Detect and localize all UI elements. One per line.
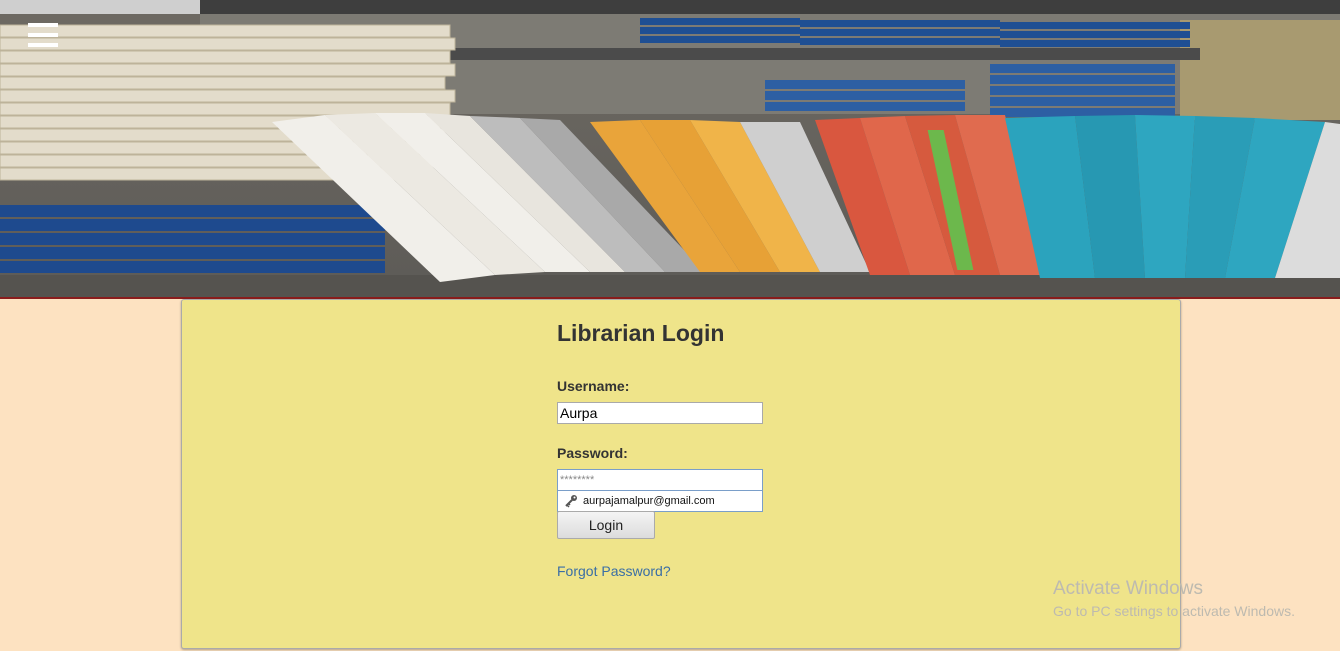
username-label: Username:: [557, 378, 630, 394]
password-label: Password:: [557, 445, 628, 461]
login-button[interactable]: Login: [557, 511, 655, 539]
password-input[interactable]: [557, 469, 763, 491]
activate-windows-subtitle: Go to PC settings to activate Windows.: [1053, 603, 1295, 619]
hamburger-menu-icon[interactable]: [28, 23, 58, 49]
key-icon: [564, 494, 578, 511]
username-input[interactable]: [557, 402, 763, 424]
activate-windows-title: Activate Windows: [1053, 578, 1203, 599]
header-banner-image: [0, 0, 1340, 299]
forgot-password-link[interactable]: Forgot Password?: [557, 563, 671, 579]
autocomplete-email: aurpajamalpur@gmail.com: [583, 495, 715, 507]
bookshelf-illustration: [0, 0, 1340, 297]
autocomplete-suggestion[interactable]: aurpajamalpur@gmail.com: [557, 490, 763, 512]
page-title: Librarian Login: [557, 320, 725, 346]
login-panel: Librarian Login Username: Password: aurp…: [181, 299, 1181, 649]
